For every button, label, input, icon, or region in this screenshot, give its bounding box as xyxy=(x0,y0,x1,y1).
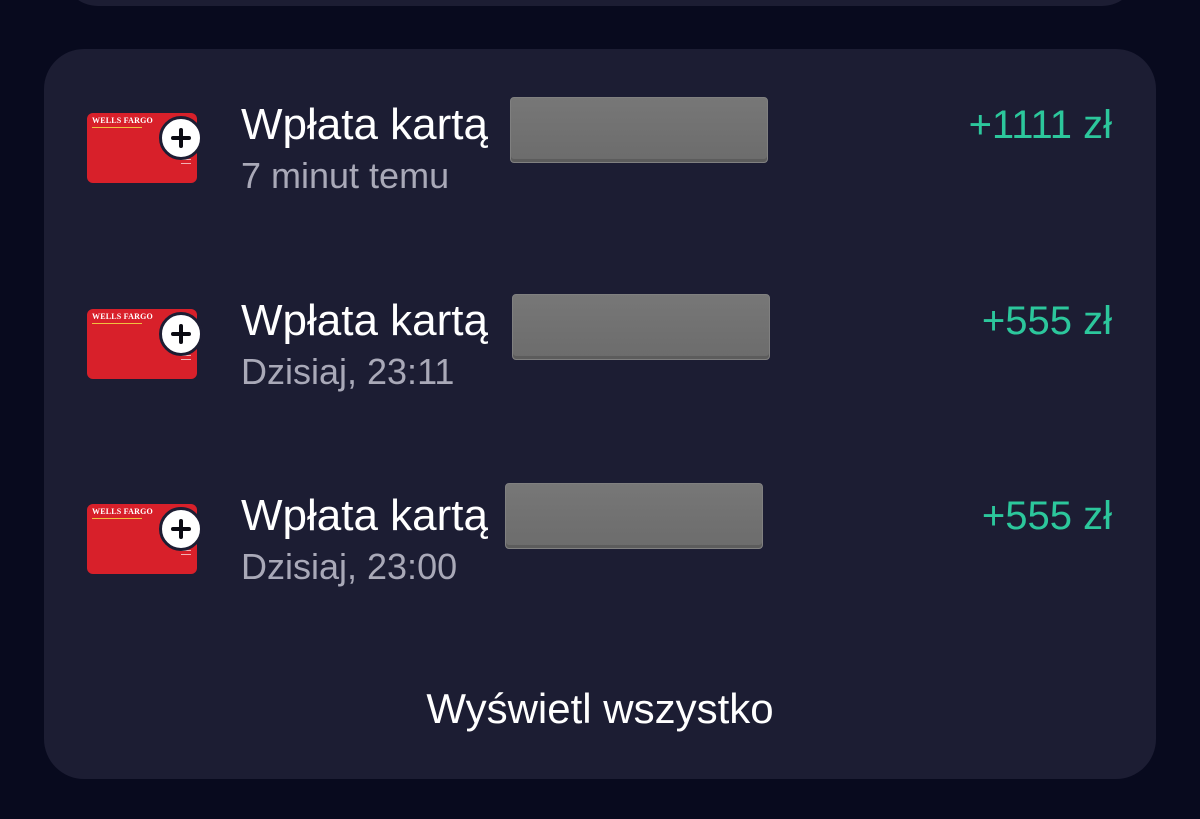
view-all-button[interactable]: Wyświetl wszystko xyxy=(44,679,1156,739)
transaction-title: Wpłata kartą xyxy=(241,491,488,540)
transaction-row[interactable]: WELLS FARGO Wpłata kartą Dzisiaj, 23:11 … xyxy=(44,291,1156,421)
plus-icon xyxy=(159,116,203,160)
card-stripe xyxy=(92,127,142,128)
plus-icon xyxy=(159,312,203,356)
card-stripe xyxy=(92,323,142,324)
transaction-time: 7 minut temu xyxy=(241,155,450,196)
previous-card-section xyxy=(62,0,1138,6)
transaction-amount: +555 zł xyxy=(981,494,1112,538)
card-brand-logo: WELLS FARGO xyxy=(92,312,153,321)
transaction-title: Wpłata kartą xyxy=(241,296,488,345)
transaction-time: Dzisiaj, 23:00 xyxy=(241,546,458,587)
transactions-panel: WELLS FARGO Wpłata kartą 7 minut temu +1… xyxy=(44,49,1156,779)
transaction-time: Dzisiaj, 23:11 xyxy=(241,351,455,392)
redacted-text xyxy=(512,294,770,360)
transaction-title: Wpłata kartą xyxy=(241,100,488,149)
transaction-row[interactable]: WELLS FARGO Wpłata kartą Dzisiaj, 23:00 … xyxy=(44,483,1156,616)
card-stripe xyxy=(92,518,142,519)
transaction-row[interactable]: WELLS FARGO Wpłata kartą 7 minut temu +1… xyxy=(44,95,1156,225)
card-brand-logo: WELLS FARGO xyxy=(92,116,153,125)
card-brand-logo: WELLS FARGO xyxy=(92,507,153,516)
transaction-amount: +555 zł xyxy=(981,299,1112,343)
plus-icon xyxy=(159,507,203,551)
redacted-text xyxy=(505,483,763,549)
transaction-amount: +1111 zł xyxy=(968,103,1112,147)
redacted-text xyxy=(510,97,768,163)
